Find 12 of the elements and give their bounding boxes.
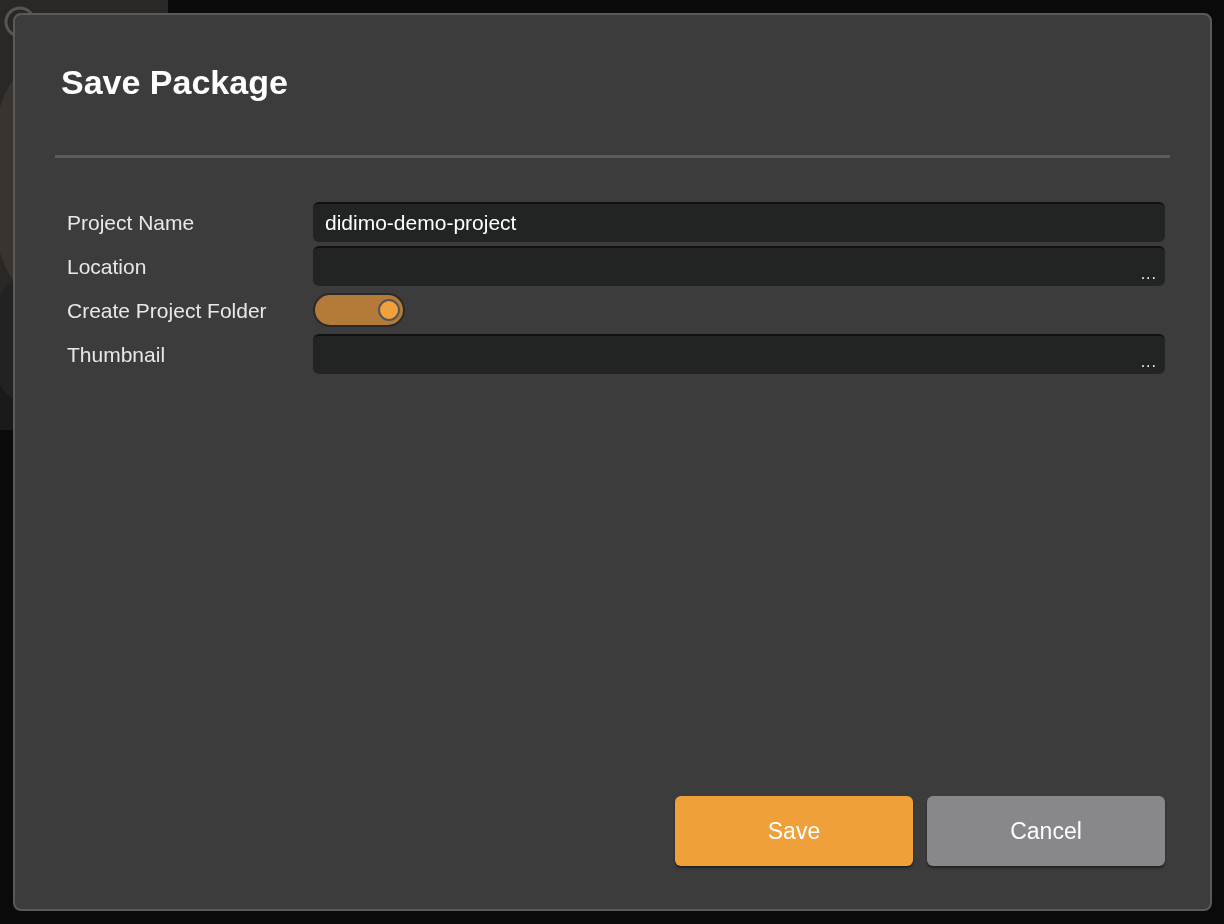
- browse-button[interactable]: ...: [1140, 266, 1157, 282]
- field-label: Location: [67, 255, 148, 277]
- path-field[interactable]: ...: [313, 334, 1165, 374]
- cancel-button[interactable]: Cancel: [927, 796, 1165, 866]
- field-label: Thumbnail: [67, 343, 167, 365]
- path-field[interactable]: ...: [313, 246, 1165, 286]
- field-label: Project Name: [67, 211, 196, 233]
- field-label: Create Project Folder: [67, 299, 268, 321]
- dialog-title: Save Package: [61, 63, 288, 101]
- browse-button[interactable]: ...: [1140, 354, 1157, 370]
- toggle-switch[interactable]: [313, 293, 405, 327]
- input-field[interactable]: didimo-demo-project: [313, 202, 1165, 242]
